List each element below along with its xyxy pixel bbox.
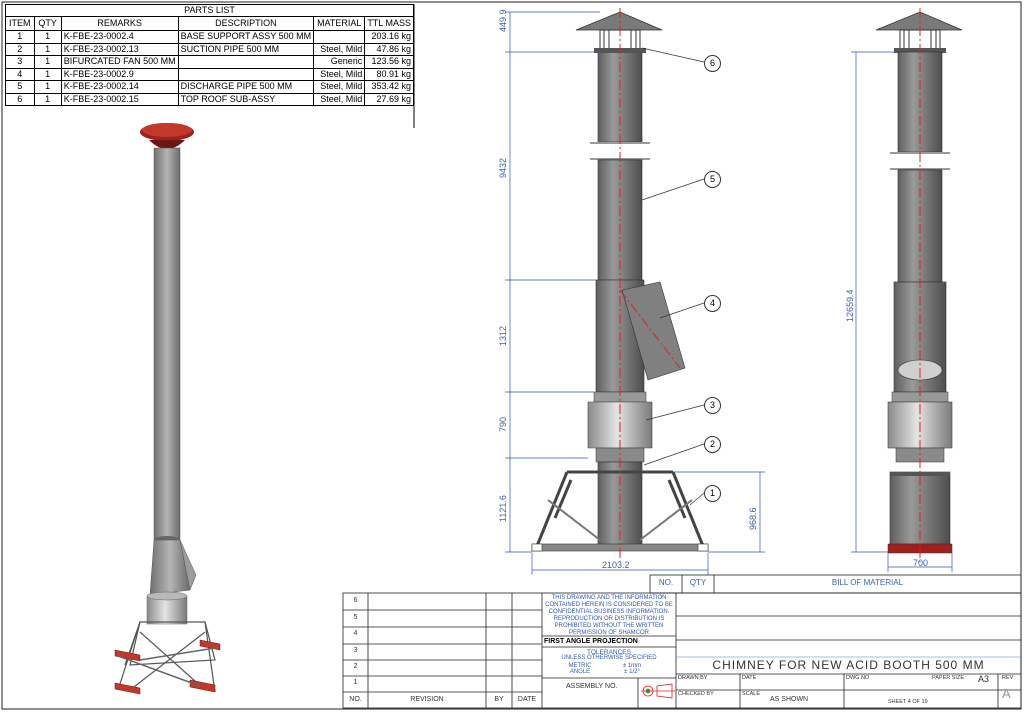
confidential-note: THIS DRAWING AND THE INFORMATION CONTAIN… <box>545 595 673 636</box>
bom-qty-header: QTY <box>689 578 707 587</box>
rev-value: A <box>1002 686 1011 701</box>
revision-row-number: 4 <box>353 630 358 637</box>
title-block-grid <box>342 574 1022 709</box>
checked-by-label: CHECKED BY <box>678 691 714 697</box>
revision-row-number: 5 <box>353 614 358 621</box>
scale-value: AS SHOWN <box>770 696 809 703</box>
balloon-2: 2 <box>704 436 721 453</box>
bom-no-header: NO. <box>658 578 674 587</box>
balloon-5: 5 <box>704 171 721 188</box>
dim-total-height: 12659.4 <box>845 289 855 322</box>
first-angle-projection-icon <box>641 683 675 699</box>
rev-col-revision: REVISION <box>410 696 444 703</box>
rev-col-no: NO. <box>349 696 362 703</box>
paper-size-label: PAPER SIZE <box>932 675 964 681</box>
tolerances-angle-label: ANGLE <box>569 669 591 675</box>
balloon-6: 6 <box>704 55 721 72</box>
dim-base-inner: 968.6 <box>748 507 758 530</box>
rev-col-date: DATE <box>517 696 537 703</box>
dim-side-width: 700 <box>913 558 929 568</box>
revision-row-number: 6 <box>353 597 358 604</box>
tolerances-subtitle: UNLESS OTHERWISE SPECIFIED <box>561 655 657 661</box>
dim-bifurcated: 1312 <box>498 325 508 346</box>
revision-row-number: 2 <box>353 663 358 670</box>
date-label: DATE <box>742 675 757 681</box>
rev-label: REV <box>1002 675 1014 681</box>
balloon-1: 1 <box>704 485 721 502</box>
revision-row-number: 1 <box>353 679 358 686</box>
tolerances-angle-value: ± 1/2° <box>624 669 640 675</box>
scale-label: SCALE <box>742 691 761 697</box>
dim-fan: 790 <box>498 416 508 432</box>
drawn-by-label: DRAWN BY <box>678 675 708 681</box>
dim-base-width: 2103.2 <box>602 560 630 570</box>
balloon-3: 3 <box>704 397 721 414</box>
dwg-no-label: DWG NO <box>846 675 870 681</box>
balloon-4: 4 <box>704 295 721 312</box>
revision-row-number: 3 <box>353 647 358 654</box>
isometric-view <box>114 123 221 695</box>
drawing-canvas <box>1 1 1022 710</box>
bom-title: BILL OF MATERIAL <box>831 578 904 587</box>
rev-col-by: BY <box>494 696 504 703</box>
paper-size-value: A3 <box>978 674 990 684</box>
side-view <box>875 8 963 562</box>
projection-label: FIRST ANGLE PROJECTION <box>544 638 638 645</box>
dim-discharge: 9432 <box>498 157 508 178</box>
drawing-title: CHIMNEY FOR NEW ACID BOOTH 500 MM <box>712 658 985 672</box>
front-view <box>531 8 709 562</box>
sheet-number: SHEET 4 OF 19 <box>888 699 928 705</box>
dim-base: 1121.6 <box>498 495 508 522</box>
dim-top-cap: 449.9 <box>498 9 508 32</box>
assembly-no-label: ASSEMBLY NO. <box>566 683 618 690</box>
